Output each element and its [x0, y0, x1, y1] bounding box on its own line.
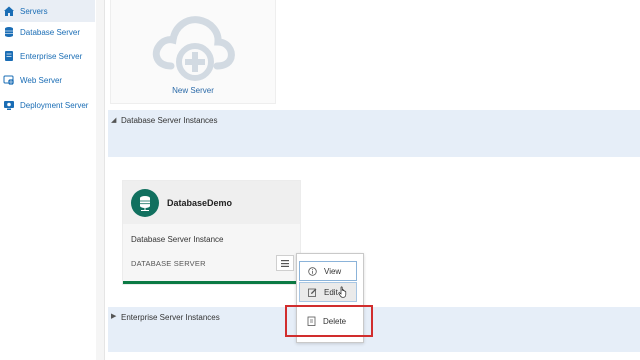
new-server-card[interactable]: New Server — [110, 0, 276, 104]
menu-item-label: Edit — [324, 287, 338, 297]
enterprise-server-icon — [2, 49, 16, 63]
sidebar-item-web-server[interactable]: Web Server — [0, 69, 95, 91]
sidebar-item-database-server[interactable]: Database Server — [0, 21, 95, 43]
server-type: DATABASE SERVER — [131, 259, 206, 268]
database-instance-card[interactable]: DatabaseDemo Database Server Instance DA… — [122, 180, 301, 285]
divider — [104, 0, 105, 360]
sidebar-item-label: Enterprise Server — [20, 51, 83, 61]
section-title[interactable]: Database Server Instances — [121, 116, 218, 125]
menu-item-label: View — [324, 266, 342, 276]
sidebar-item-label: Web Server — [20, 75, 63, 85]
home-icon — [2, 4, 16, 18]
sidebar-item-enterprise-server[interactable]: Enterprise Server — [0, 45, 95, 67]
enterprise-instances-section: ▶ Enterprise Server Instances — [108, 307, 640, 352]
collapse-triangle-icon[interactable]: ◢ — [111, 116, 116, 124]
expand-triangle-icon[interactable]: ▶ — [111, 312, 116, 320]
sidebar-item-deployment-server[interactable]: Deployment Server — [0, 94, 95, 116]
status-bar — [123, 281, 300, 284]
menu-item-view[interactable]: View — [299, 261, 357, 281]
sidebar-item-label: Database Server — [20, 27, 81, 37]
hand-cursor-icon — [338, 286, 347, 298]
globe-icon — [2, 73, 16, 87]
delete-highlight-box — [285, 305, 373, 337]
menu-item-edit[interactable]: Edit — [299, 282, 357, 302]
instance-type: Database Server Instance — [131, 235, 224, 244]
hamburger-icon — [281, 259, 289, 267]
instance-name[interactable]: DatabaseDemo — [167, 198, 232, 208]
database-instances-section: ◢ Database Server Instances — [108, 110, 640, 157]
sidebar-item-servers[interactable]: Servers — [0, 0, 95, 22]
database-icon — [2, 25, 16, 39]
card-menu-button[interactable] — [276, 255, 294, 271]
deployment-icon — [2, 98, 16, 112]
sidebar-item-label: Servers — [20, 6, 48, 16]
new-server-label: New Server — [172, 86, 214, 95]
database-avatar-icon — [131, 189, 159, 217]
cloud-plus-icon — [152, 16, 235, 81]
section-title[interactable]: Enterprise Server Instances — [121, 313, 220, 322]
sidebar-item-label: Deployment Server — [20, 100, 89, 110]
gutter — [96, 0, 104, 360]
info-icon — [306, 266, 318, 276]
sidebar: Servers Database Server Enterprise Serve… — [0, 0, 97, 360]
edit-icon — [306, 288, 318, 297]
